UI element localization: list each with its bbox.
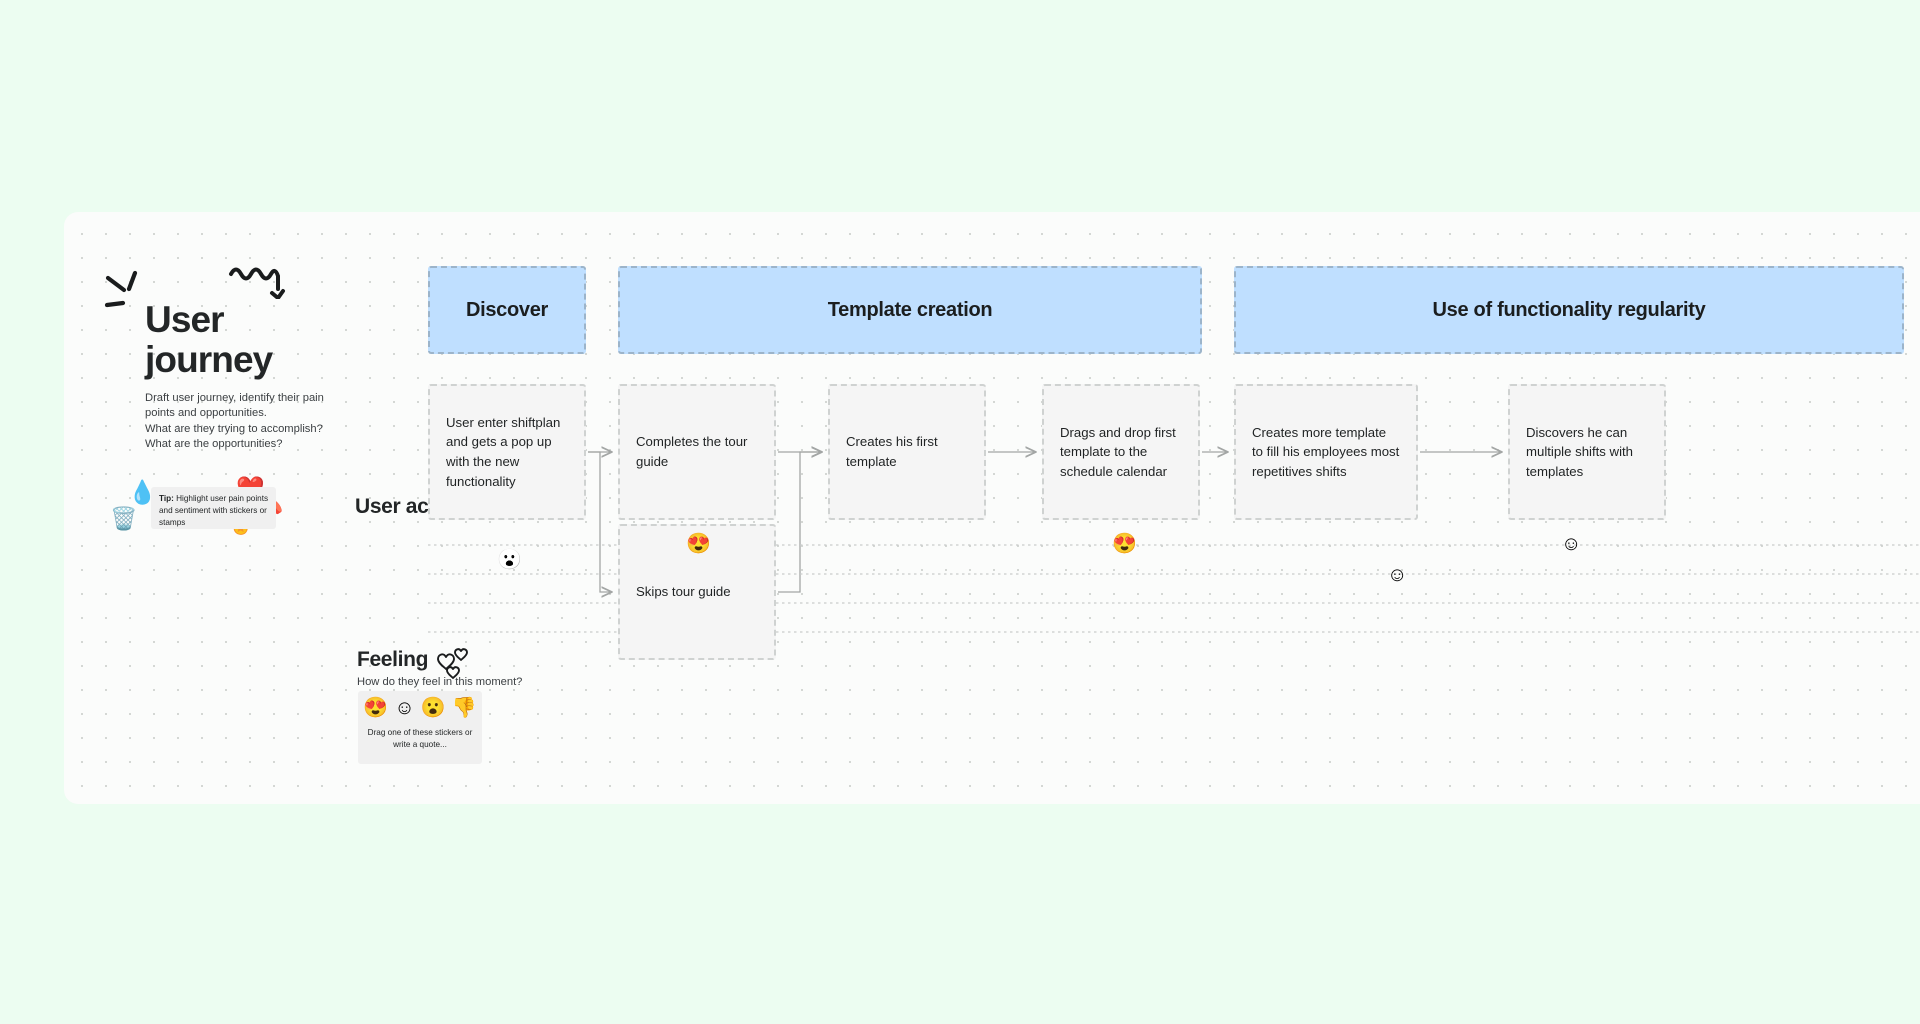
feeling-marker-surprised[interactable]: 😮 [497, 550, 522, 570]
feeling-marker-heart-eyes-1[interactable]: 😍 [686, 534, 711, 554]
smiley-sticker[interactable]: ☺ [394, 698, 414, 718]
stage-header[interactable]: Template creation [618, 266, 1202, 354]
tip-text: Highlight user pain points and sentiment… [159, 494, 269, 527]
feeling-sticker-palette: 😍 ☺ 😮 👎 Drag one of these stickers or wr… [358, 691, 482, 764]
feeling-marker-smiley[interactable]: ☺ [1387, 565, 1407, 585]
surprised-sticker[interactable]: 😮 [421, 698, 446, 718]
feeling-marker-heart-eyes-2[interactable]: 😍 [1112, 534, 1137, 554]
board-description: Draft user journey, identify their pain … [145, 391, 324, 450]
palette-hint-text: Drag one of these stickers or write a qu… [367, 728, 473, 749]
action-card[interactable]: Creates his first template [828, 384, 986, 520]
tip-callout: Tip: Highlight user pain points and sent… [151, 487, 276, 529]
feeling-marker-edge[interactable]: ☺ [1561, 534, 1581, 554]
action-card[interactable]: User enter shiftplan and gets a pop up w… [428, 384, 586, 520]
board-title-block: User journey Draft user journey, identif… [145, 300, 405, 452]
palette-sticker-row: 😍 ☺ 😮 👎 [363, 698, 476, 718]
tip-sticker-cluster: 🗑️ 💧 ❤️ 🏅 📌 Tip: Highlight user pain poi… [103, 460, 333, 540]
heart-eyes-sticker[interactable]: 😍 [363, 698, 388, 718]
action-card[interactable]: Completes the tour guide [618, 384, 776, 520]
row-label-feeling: Feeling [357, 648, 429, 671]
trash-sticker[interactable]: 🗑️ [110, 508, 137, 530]
page-title: User journey [145, 299, 273, 380]
action-card[interactable]: Drags and drop first template to the sch… [1042, 384, 1200, 520]
tip-label: Tip: [159, 494, 174, 503]
stage-header[interactable]: Use of functionality regularity [1234, 266, 1904, 354]
thumbs-down-sticker[interactable]: 👎 [452, 698, 477, 718]
stage-header[interactable]: Discover [428, 266, 586, 354]
feeling-subtitle: How do they feel in this moment? [357, 676, 523, 688]
action-card[interactable]: Discovers he can multiple shifts with te… [1508, 384, 1666, 520]
action-card[interactable]: Creates more template to fill his employ… [1234, 384, 1418, 520]
